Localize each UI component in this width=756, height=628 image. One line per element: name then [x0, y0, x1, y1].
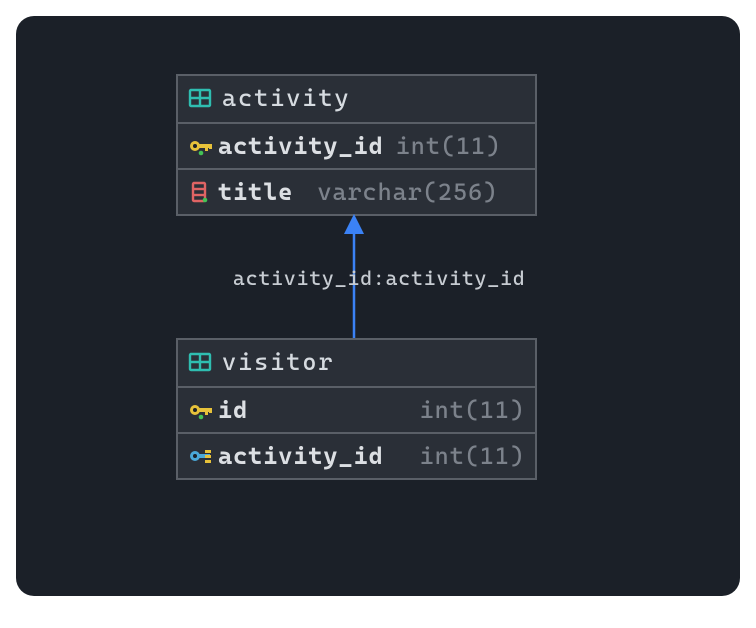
table-visitor[interactable]: visitor id int(11) activi: [176, 338, 537, 480]
column-activity-activity_id[interactable]: activity_id int(11): [178, 124, 535, 170]
table-icon: [188, 87, 212, 109]
foreign-key-icon: [188, 445, 212, 467]
table-visitor-header[interactable]: visitor: [178, 340, 535, 388]
column-name: id: [218, 396, 248, 424]
relationship-label: activity_id:activity_id: [233, 266, 526, 290]
column-name: activity_id: [218, 442, 384, 470]
table-activity[interactable]: activity activity_id int(11) title va: [176, 74, 537, 216]
primary-key-icon: [188, 399, 212, 421]
column-visitor-activity_id[interactable]: activity_id int(11): [178, 434, 535, 478]
column-activity-title[interactable]: title varchar(256): [178, 170, 535, 214]
primary-key-icon: [188, 135, 212, 157]
column-icon: [188, 181, 212, 203]
table-visitor-name: visitor: [222, 348, 334, 376]
column-name: activity_id: [218, 132, 384, 160]
table-activity-name: activity: [222, 84, 351, 112]
er-diagram-canvas: activity activity_id int(11) title va: [16, 16, 740, 596]
column-type: int(11): [396, 132, 501, 160]
table-icon: [188, 351, 212, 373]
column-type: varchar(256): [317, 178, 498, 206]
table-activity-header[interactable]: activity: [178, 76, 535, 124]
column-visitor-id[interactable]: id int(11): [178, 388, 535, 434]
column-type: int(11): [420, 396, 525, 424]
column-type: int(11): [420, 442, 525, 470]
column-name: title: [218, 178, 293, 206]
